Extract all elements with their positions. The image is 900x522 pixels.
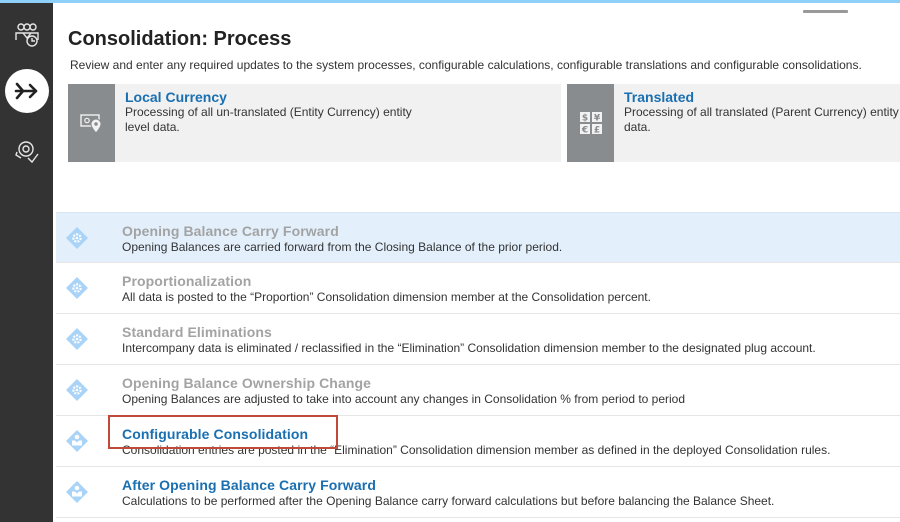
process-description: Consolidation entries are posted in the … [122,443,831,457]
card-translated[interactable]: $ ¥ € £ Translated Processing of all tra… [567,84,900,162]
gear-hand-icon [14,141,39,164]
card-icon-box: $ ¥ € £ [567,84,614,162]
currency-location-icon [79,114,102,134]
user-configurable-icon [66,481,88,503]
svg-text:£: £ [593,126,599,136]
process-title: Proportionalization [122,273,252,289]
process-description: All data is posted to the “Proportion” C… [122,290,651,304]
system-gear-icon [66,328,88,350]
system-gear-icon [66,277,88,299]
process-list: Opening Balance Carry Forward Opening Ba… [56,212,900,518]
sidebar [0,3,53,522]
top-accent-bar [0,0,900,3]
page-description: Review and enter any required updates to… [70,58,862,72]
people-group-icon [14,23,39,47]
arrow-merge-icon [14,82,37,100]
svg-text:$: $ [581,114,587,124]
card-title[interactable]: Local Currency [125,89,430,105]
card-text: Processing of all un-translated (Entity … [125,105,412,134]
process-description: Calculations to be performed after the O… [122,494,775,508]
process-title: Standard Eliminations [122,324,272,340]
system-gear-icon [66,227,88,249]
process-row[interactable]: Configurable Consolidation Consolidation… [56,416,900,467]
process-row[interactable]: Standard Eliminations Intercompany data … [56,314,900,365]
process-description: Opening Balances are carried forward fro… [122,240,563,254]
active-indicator [4,69,49,113]
svg-text:¥: ¥ [593,114,600,124]
process-row[interactable]: After Opening Balance Carry Forward Calc… [56,467,900,518]
process-description: Opening Balances are adjusted to take in… [122,392,686,406]
process-title[interactable]: After Opening Balance Carry Forward [122,477,376,493]
process-row[interactable]: Opening Balance Ownership Change Opening… [56,365,900,416]
process-title: Opening Balance Carry Forward [122,223,339,239]
sidebar-item-users[interactable] [0,13,53,57]
main-content: Consolidation: Process Review and enter … [53,3,900,522]
process-title[interactable]: Configurable Consolidation [122,426,308,442]
currency-symbols-icon: $ ¥ € £ [579,112,602,136]
process-title: Opening Balance Ownership Change [122,375,372,391]
svg-text:€: € [580,126,587,136]
sidebar-item-settings[interactable] [0,129,53,173]
page-title: Consolidation: Process [68,28,292,50]
process-row[interactable]: Opening Balance Carry Forward Opening Ba… [56,212,900,263]
drag-handle[interactable] [803,10,848,13]
process-description: Intercompany data is eliminated / reclas… [122,341,816,355]
card-text: Processing of all translated (Parent Cur… [624,105,900,134]
process-row[interactable]: Proportionalization All data is posted t… [56,263,900,314]
system-gear-icon [66,379,88,401]
sidebar-item-consolidation[interactable] [0,69,53,113]
user-configurable-icon [66,430,88,452]
card-title[interactable]: Translated [624,89,900,105]
card-icon-box [68,84,115,162]
card-local-currency[interactable]: Local Currency Processing of all un-tran… [68,84,561,162]
